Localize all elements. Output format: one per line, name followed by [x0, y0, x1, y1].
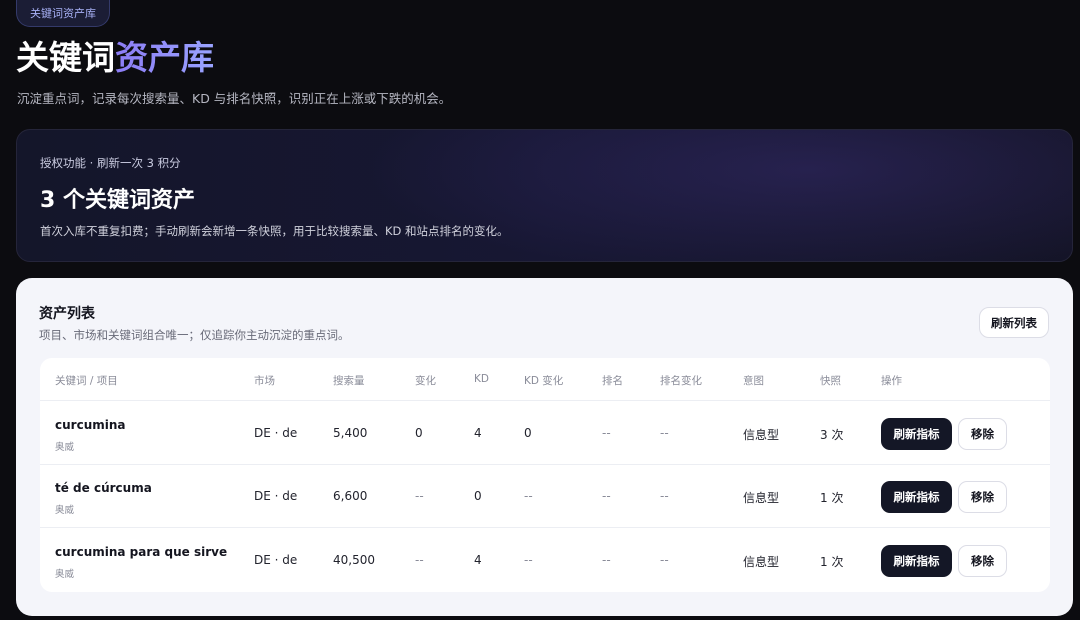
remove-button[interactable]: 移除 [958, 418, 1007, 450]
kd-change-cell: 0 [524, 426, 532, 440]
kd-change-cell: -- [524, 553, 533, 567]
change-cell: 0 [415, 426, 423, 440]
column-header-actions: 操作 [881, 375, 902, 387]
asset-table: 关键词 / 项目 市场 搜索量 变化 KD KD 变化 排名 排名变化 意图 快… [40, 358, 1050, 592]
volume-cell: 40,500 [333, 553, 375, 567]
column-header-rank-change: 排名变化 [660, 375, 702, 387]
project-text: 奥威 [55, 569, 75, 580]
snapshots-cell: 1 次 [820, 555, 844, 569]
project-text: 奥威 [55, 442, 75, 453]
page-title-main: 关键词 [16, 38, 115, 77]
change-cell: -- [415, 489, 424, 503]
project-text: 奥威 [55, 505, 75, 516]
change-cell: -- [415, 553, 424, 567]
summary-description: 首次入库不重复扣费；手动刷新会新增一条快照，用于比较搜索量、KD 和站点排名的变… [40, 224, 509, 238]
keyword-text: té de cúrcuma [55, 481, 152, 495]
intent-cell: 信息型 [743, 491, 780, 505]
keyword-text: curcumina para que sirve [55, 545, 228, 559]
market-cell: DE · de [254, 553, 298, 567]
rank-change-cell: -- [660, 426, 669, 440]
table-row: curcumina 奥威 DE · de 5,400 0 4 0 -- -- 信… [40, 402, 1050, 465]
kd-change-cell: -- [524, 489, 533, 503]
snapshots-cell: 1 次 [820, 491, 844, 505]
intent-cell: 信息型 [743, 428, 780, 442]
keyword-text: curcumina [55, 418, 126, 432]
intent-cell: 信息型 [743, 555, 780, 569]
asset-list-card: 资产列表 项目、市场和关键词组合唯一；仅追踪你主动沉淀的重点词。 刷新列表 关键… [16, 278, 1073, 616]
page-title-accent: 资产库 [115, 38, 214, 77]
market-cell: DE · de [254, 426, 298, 440]
summary-kicker: 授权功能 · 刷新一次 3 积分 [40, 156, 181, 170]
rank-cell: -- [602, 553, 611, 567]
column-header-rank: 排名 [602, 375, 623, 387]
rank-change-cell: -- [660, 553, 669, 567]
market-cell: DE · de [254, 489, 298, 503]
page-badge: 关键词资产库 [16, 0, 110, 27]
refresh-metrics-button[interactable]: 刷新指标 [881, 545, 952, 577]
asset-list-title: 资产列表 [39, 306, 95, 322]
asset-list-subtitle: 项目、市场和关键词组合唯一；仅追踪你主动沉淀的重点词。 [39, 328, 350, 342]
page-title: 关键词资产库 [16, 36, 214, 80]
asset-count: 3 个关键词资产 [40, 188, 195, 213]
kd-cell: 4 [474, 553, 482, 567]
kd-cell: 0 [474, 489, 482, 503]
volume-cell: 6,600 [333, 489, 368, 503]
remove-button[interactable]: 移除 [958, 481, 1007, 513]
column-header-kd: KD [474, 373, 489, 385]
column-header-market: 市场 [254, 375, 275, 387]
table-row: té de cúrcuma 奥威 DE · de 6,600 -- 0 -- -… [40, 465, 1050, 528]
summary-panel: 授权功能 · 刷新一次 3 积分 3 个关键词资产 首次入库不重复扣费；手动刷新… [16, 129, 1073, 262]
snapshots-cell: 3 次 [820, 428, 844, 442]
remove-button[interactable]: 移除 [958, 545, 1007, 577]
kd-cell: 4 [474, 426, 482, 440]
refresh-metrics-button[interactable]: 刷新指标 [881, 481, 952, 513]
rank-change-cell: -- [660, 489, 669, 503]
column-header-snapshots: 快照 [820, 375, 841, 387]
column-header-change: 变化 [415, 375, 436, 387]
column-header-keyword: 关键词 / 项目 [55, 375, 118, 387]
refresh-metrics-button[interactable]: 刷新指标 [881, 418, 952, 450]
volume-cell: 5,400 [333, 426, 368, 440]
table-header: 关键词 / 项目 市场 搜索量 变化 KD KD 变化 排名 排名变化 意图 快… [40, 358, 1050, 401]
rank-cell: -- [602, 489, 611, 503]
rank-cell: -- [602, 426, 611, 440]
refresh-list-button[interactable]: 刷新列表 [979, 307, 1049, 338]
page-subtitle: 沉淀重点词，记录每次搜索量、KD 与排名快照，识别正在上涨或下跌的机会。 [17, 91, 452, 106]
column-header-intent: 意图 [743, 375, 764, 387]
column-header-volume: 搜索量 [333, 375, 365, 387]
table-row: curcumina para que sirve 奥威 DE · de 40,5… [40, 529, 1050, 592]
column-header-kd-change: KD 变化 [524, 375, 564, 387]
page: 关键词资产库 关键词资产库 沉淀重点词，记录每次搜索量、KD 与排名快照，识别正… [0, 0, 1080, 620]
